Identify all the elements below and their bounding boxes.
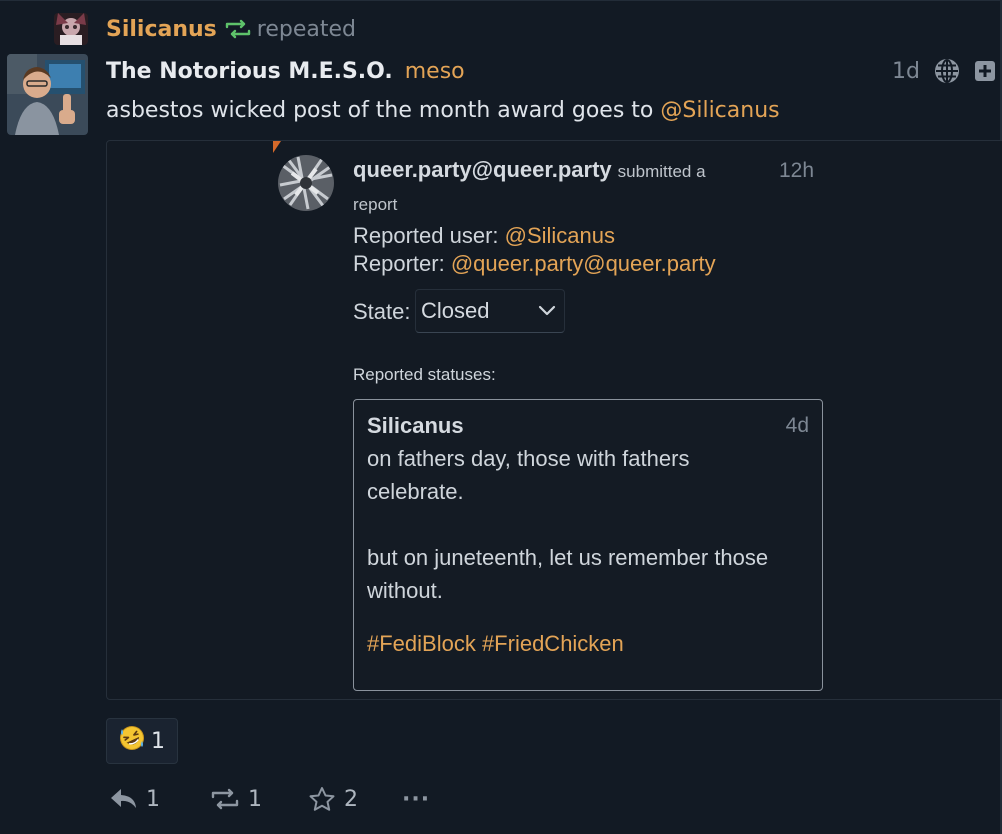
reply-icon [110,788,138,810]
reported-user-label: Reported user: [353,223,505,248]
favorite-count: 2 [344,786,358,812]
repeat-button[interactable]: 1 [210,787,262,812]
reply-count: 1 [146,786,160,812]
attached-image[interactable]: queer.party@queer.party submitted a repor… [106,140,1002,700]
corner-marker [273,141,281,153]
report-word: report [353,195,398,214]
globe-icon[interactable] [934,58,960,84]
chevron-down-icon [538,305,556,317]
post-text-body: asbestos wicked post of the month award … [106,98,661,123]
author-display-name[interactable]: The Notorious M.E.S.O. [106,59,393,84]
author-avatar[interactable] [7,54,88,135]
repeat-action-icon [210,788,240,810]
status-hashtags: #FediBlock #FriedChicken [367,631,624,656]
reporter-account: queer.party@queer.party [353,157,612,182]
author-handle[interactable]: meso [405,59,465,84]
reported-user-mention: @Silicanus [504,223,616,248]
post-mention[interactable]: @Silicanus [660,98,779,123]
reported-statuses-label: Reported statuses: [353,365,496,384]
report-header: queer.party@queer.party submitted a [353,157,823,183]
reporter-mention: @queer.party@queer.party [450,251,716,276]
rofl-emoji-icon [119,725,145,757]
reporter-line: Reporter: @queer.party@queer.party [353,251,716,277]
repeat-header: Silicanus repeated [54,12,356,46]
ellipsis-icon: ··· [402,786,431,812]
state-dropdown: Closed [415,289,565,333]
author-line: The Notorious M.E.S.O. meso [106,56,465,86]
post-timestamp[interactable]: 1d [892,59,920,84]
status-author: Silicanus [367,413,464,438]
repeat-count: 1 [248,786,262,812]
post-content: asbestos wicked post of the month award … [106,98,780,123]
reporter-label: Reporter: [353,251,451,276]
status-body: on fathers day, those with fathers celeb… [367,446,769,603]
reaction-count: 1 [151,728,165,754]
reply-button[interactable]: 1 [110,787,160,812]
emoji-reaction-button[interactable]: 1 [106,718,178,764]
state-value: Closed [421,298,490,323]
reporter-avatar [278,155,334,211]
plus-square-icon[interactable] [974,60,996,82]
repeater-avatar[interactable] [54,13,88,45]
status-timestamp: 4d [785,414,809,437]
reported-user-line: Reported user: @Silicanus [353,223,615,249]
repeater-name[interactable]: Silicanus [106,17,217,42]
repeated-label: repeated [256,16,356,42]
more-options-button[interactable]: ··· [402,787,430,812]
favorite-button[interactable]: 2 [308,786,358,812]
report-timestamp: 12h [779,159,815,182]
post-actions: 1 1 2 ··· [110,782,430,816]
reported-status-card: Silicanus 4d on fathers day, those with … [353,399,823,691]
star-icon [308,786,336,812]
state-label: State: [353,299,411,324]
post-meta: 1d [892,56,996,86]
submitted-text: submitted a [617,162,706,181]
repeat-icon [225,19,251,39]
